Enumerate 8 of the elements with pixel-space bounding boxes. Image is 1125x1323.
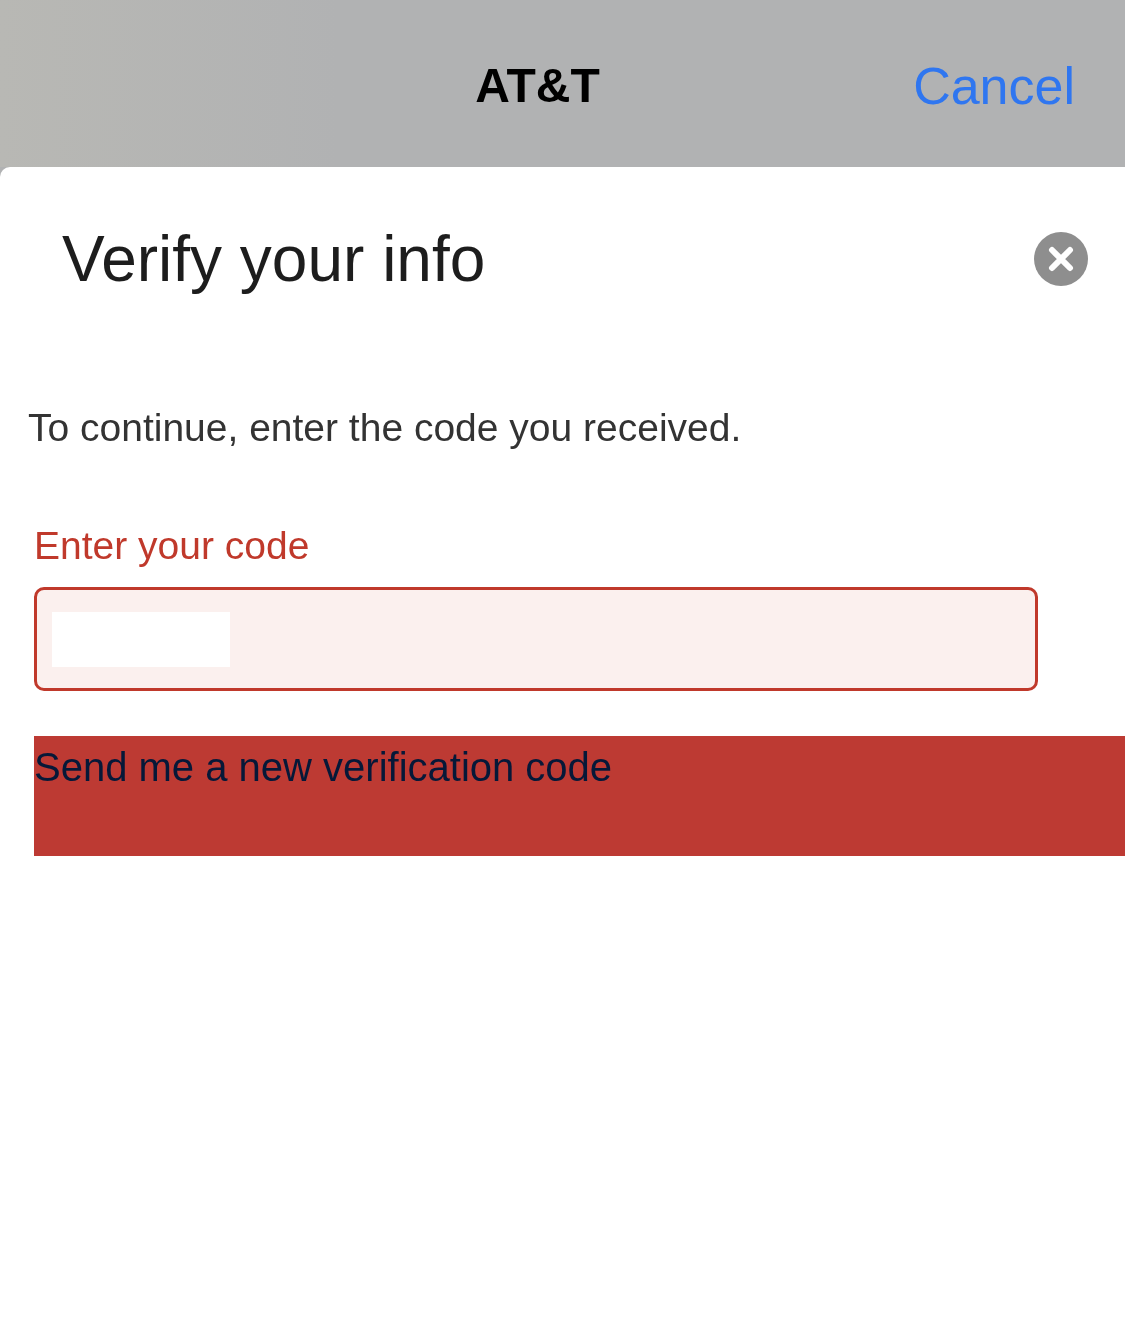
cancel-link[interactable]: Cancel [913, 55, 1075, 116]
sheet-title: Verify your info [62, 222, 486, 297]
resend-code-button[interactable]: Send me a new verification code [34, 736, 1125, 856]
close-icon[interactable] [1034, 232, 1088, 286]
code-input-field[interactable] [34, 587, 1038, 691]
nav-title: AT&T [475, 58, 600, 113]
field-label: Enter your code [34, 523, 311, 569]
instruction-text: To continue, enter the code you received. [28, 405, 743, 451]
